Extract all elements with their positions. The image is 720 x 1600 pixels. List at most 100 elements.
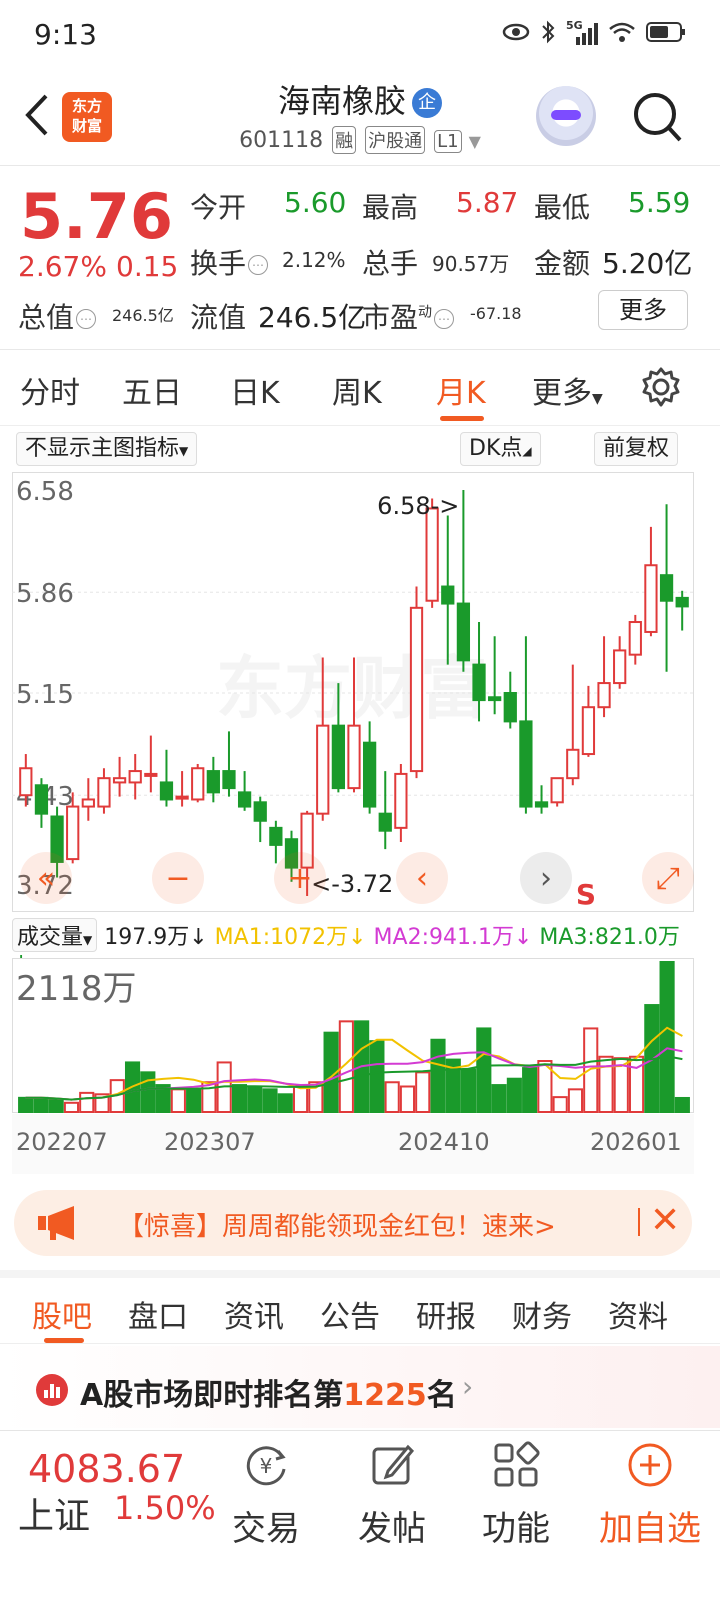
volume-bar [384, 1081, 400, 1114]
active-tab-indicator [440, 416, 484, 421]
trade-label: 交易 [232, 1509, 300, 1549]
post-button[interactable]: 发帖 [342, 1441, 442, 1550]
volume-bar [476, 1027, 492, 1113]
current-price: 5.76 [20, 180, 173, 253]
amount-label: 金额 [534, 247, 591, 280]
close-icon[interactable]: ✕ [650, 1200, 680, 1241]
stock-subtitle[interactable]: 601118 融 沪股通 L1 ▼ [0, 126, 720, 154]
wifi-icon [608, 21, 636, 49]
caret-down-icon: ▼ [179, 444, 189, 458]
info-icon[interactable]: ⋯ [248, 255, 269, 275]
candle-body [644, 564, 658, 633]
tab-announcements[interactable]: 公告 [320, 1292, 380, 1336]
tab-profile[interactable]: 资料 [608, 1292, 668, 1336]
zoom-out-button[interactable]: − [152, 852, 204, 904]
change-percent: 2.67% [18, 250, 107, 283]
signal-icon: 5G [566, 19, 598, 48]
max-price-label: 6.58-> [377, 492, 459, 520]
candle-body [316, 724, 330, 815]
candle-body [394, 772, 408, 829]
scroll-left-button[interactable]: ‹ [396, 852, 448, 904]
status-bar: 9:13 5G [0, 0, 720, 70]
volume-bar [79, 1091, 95, 1114]
section-divider [0, 1270, 720, 1278]
volume-bar [170, 1088, 186, 1114]
tab-monthly-k[interactable]: 月K [436, 368, 486, 412]
more-quote-button[interactable]: 更多 [598, 290, 688, 330]
trade-button[interactable]: ¥ 交易 [216, 1441, 316, 1550]
add-watchlist-button[interactable]: 加自选 [590, 1441, 710, 1550]
candle-body [128, 770, 142, 784]
scroll-left-fast-button[interactable]: « [20, 852, 72, 904]
volume-bar [430, 1038, 446, 1113]
stock-header: 东方 财富 海南橡胶企 601118 融 沪股通 L1 ▼ [0, 70, 720, 166]
candle-body [97, 777, 111, 808]
bottom-bar: 4083.67 上证 1.50% ¥ 交易 发帖 功能 加自选 [0, 1430, 720, 1600]
y-tick-label: 5.15 [16, 680, 74, 710]
candle-body [675, 596, 689, 608]
indicator-select[interactable]: 不显示主图指标▼ [16, 432, 198, 466]
tab-more[interactable]: 更多▼ [532, 368, 603, 412]
volume-bar [415, 1071, 431, 1113]
tab-timeshare[interactable]: 分时 [20, 368, 80, 412]
tab-weekly-k[interactable]: 周K [332, 368, 382, 412]
svg-text:⤢: ⤢ [656, 861, 680, 896]
candle-body [66, 805, 80, 861]
adjust-select[interactable]: 前复权 [594, 432, 679, 466]
candle-body [503, 692, 517, 723]
tab-research[interactable]: 研报 [416, 1292, 476, 1336]
candle-body [659, 574, 674, 602]
candle-body [253, 801, 267, 822]
dk-point-select[interactable]: DK点◢ [460, 432, 541, 466]
tab-finance[interactable]: 财务 [512, 1292, 572, 1336]
volume-bar [552, 1096, 568, 1113]
volume-chart[interactable]: 2118万 202207 202307 202410 202601 [12, 958, 694, 1176]
candle-body [441, 585, 455, 605]
market-ranking[interactable]: A股市场即时排名第1225名 › [0, 1346, 720, 1428]
functions-label: 功能 [482, 1509, 550, 1549]
assistant-robot-icon[interactable] [536, 86, 596, 146]
tab-forum[interactable]: 股吧 [32, 1292, 92, 1336]
functions-button[interactable]: 功能 [466, 1441, 566, 1550]
candle-body [191, 767, 205, 801]
zoom-in-button[interactable]: + [274, 852, 326, 904]
caret-icon: ◢ [522, 444, 532, 458]
svg-text:›: › [540, 861, 552, 896]
tab-order-book[interactable]: 盘口 [128, 1292, 188, 1336]
candle-body [488, 696, 502, 702]
candle-body [519, 720, 533, 808]
volume-bar [369, 1040, 385, 1113]
info-tabs: 股吧 盘口 资讯 公告 研报 财务 资料 [0, 1278, 720, 1344]
y-tick-label: 5.86 [16, 579, 74, 609]
bluetooth-icon [540, 20, 556, 50]
plus-circle-icon [626, 1441, 674, 1489]
caret-down-icon: ▼ [592, 391, 603, 407]
scroll-right-button[interactable]: › [520, 852, 572, 904]
info-icon[interactable]: ⋯ [434, 309, 455, 329]
caret-down-icon: ▼ [83, 933, 93, 947]
candle-body [550, 777, 564, 804]
tab-daily-k[interactable]: 日K [230, 368, 280, 412]
tab-five-day[interactable]: 五日 [122, 368, 182, 412]
volume-bar [583, 1027, 599, 1113]
candle-body [472, 663, 486, 702]
candle-body [34, 784, 49, 815]
volume-select[interactable]: 成交量▼ [12, 918, 98, 952]
candle-body [363, 741, 377, 808]
volume-bar [522, 1067, 538, 1113]
status-icons: 5G [502, 19, 686, 50]
enterprise-badge: 企 [412, 88, 442, 118]
megaphone-icon [36, 1204, 86, 1246]
svg-text:«: « [37, 861, 55, 896]
fullscreen-button[interactable]: ⤢ [642, 852, 694, 904]
info-icon[interactable]: ⋯ [76, 309, 97, 329]
promo-banner[interactable]: 【惊喜】周周都能领现金红包！速来> ✕ [14, 1190, 692, 1256]
pe-value: -67.18 [470, 304, 522, 323]
float-value: 246.5亿 [258, 301, 367, 334]
candlestick-chart[interactable]: 东方财富6.585.865.154.433.726.58-><-3.72«−+‹… [12, 472, 694, 912]
y-tick-label: 6.58 [16, 477, 74, 507]
chart-settings-button[interactable] [640, 366, 682, 412]
tab-news[interactable]: 资讯 [224, 1292, 284, 1336]
add-watchlist-label: 加自选 [599, 1509, 701, 1549]
search-button[interactable] [632, 90, 684, 146]
